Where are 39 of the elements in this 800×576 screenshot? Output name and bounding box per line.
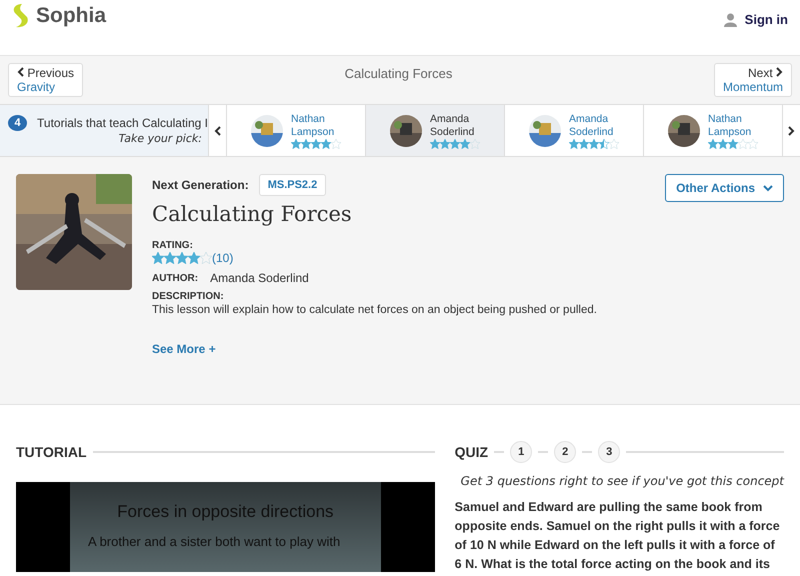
tutorial-heading: TUTORIAL [16,444,87,460]
sign-in-link[interactable]: Sign in [724,12,788,27]
author-name: Nathan Lampson [708,112,752,138]
logo-text: Sophia [36,4,106,28]
description-text: This lesson will explain how to calculate net forces on an object being pushed or pulled. [152,304,597,316]
author-label: AUTHOR: [152,272,198,284]
slide-bullet: A brother and a sister both want to play with [87,534,342,549]
chevron-left-icon [214,126,221,136]
standard-tag[interactable]: MS.PS2.2 [258,174,326,196]
tutorial-card[interactable]: Amanda Soderlind [365,105,504,156]
rating-count: (10) [212,251,234,265]
slide-title: Forces in opposite directions [116,502,335,522]
question-step[interactable]: 1 [510,441,532,463]
see-more-link[interactable]: See More + [152,342,216,356]
author-name: Nathan Lampson [291,112,336,138]
chevron-down-icon [763,184,773,192]
author-name: Amanda Soderlind [569,112,614,138]
author-name: Amanda Soderlind [430,112,476,138]
count-badge: 4 [8,115,28,131]
description-label: DESCRIPTION: [152,291,224,302]
tagline: Take your pick: [118,132,202,145]
quiz-tagline: Get 3 questions right to see if you've got this concept [460,474,784,488]
carousel-heading: Tutorials that teach Calculating I [37,116,208,130]
lesson-title: Calculating Forces [152,202,352,226]
rating-label: RATING: [152,240,193,251]
question-step[interactable]: 2 [554,441,576,463]
next-button[interactable]: Next Momentum [714,63,792,97]
author-name: Amanda Soderlind [210,271,309,285]
chevron-right-icon [788,126,795,136]
user-icon [724,12,737,26]
standard-label: Next Generation: [152,178,249,192]
page-title: Calculating Forces [344,66,452,81]
chevron-right-icon [776,67,783,77]
question-text: Samuel and Edward are pulling the same book from opposite ends. Samuel on the right pulls it with a force of 10 N while Edward on the left pulls it with a force of 6 N. What is the total force acting on the book and its [454,499,781,573]
previous-button[interactable]: Previous Gravity [8,63,84,97]
quiz-heading: QUIZ [454,444,488,460]
other-actions-button[interactable]: Other Actions [665,174,784,202]
chevron-left-icon [17,67,24,77]
question-step[interactable]: 3 [598,441,620,463]
